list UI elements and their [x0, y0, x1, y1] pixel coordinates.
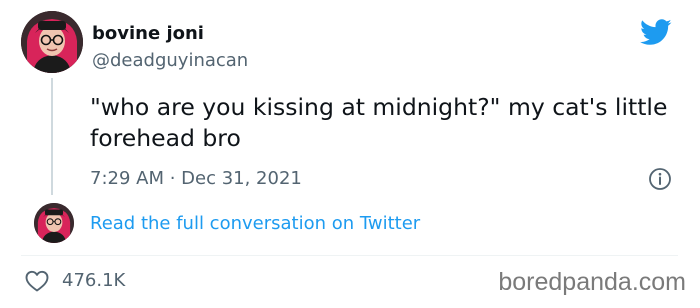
- info-icon[interactable]: [648, 167, 672, 191]
- heart-icon[interactable]: [25, 270, 49, 292]
- reply-avatar[interactable]: [34, 203, 74, 243]
- boredpanda-watermark: boredpanda.com: [498, 268, 686, 296]
- avatar-image: [34, 203, 74, 243]
- author-display-name[interactable]: bovine joni: [92, 22, 204, 46]
- divider: [21, 255, 678, 256]
- author-avatar[interactable]: [21, 11, 83, 73]
- tweet-timestamp[interactable]: 7:29 AM · Dec 31, 2021: [90, 166, 302, 192]
- tweet-text: "who are you kissing at midnight?" my ca…: [90, 93, 668, 152]
- thread-connector: [51, 78, 53, 195]
- read-full-conversation-link[interactable]: Read the full conversation on Twitter: [90, 211, 420, 237]
- avatar-image: [21, 11, 83, 73]
- author-handle[interactable]: @deadguyinacan: [92, 49, 248, 73]
- like-count[interactable]: 476.1K: [62, 268, 125, 294]
- tweet-card: bovine joni @deadguyinacan "who are you …: [0, 0, 700, 308]
- twitter-bird-icon[interactable]: [640, 19, 672, 46]
